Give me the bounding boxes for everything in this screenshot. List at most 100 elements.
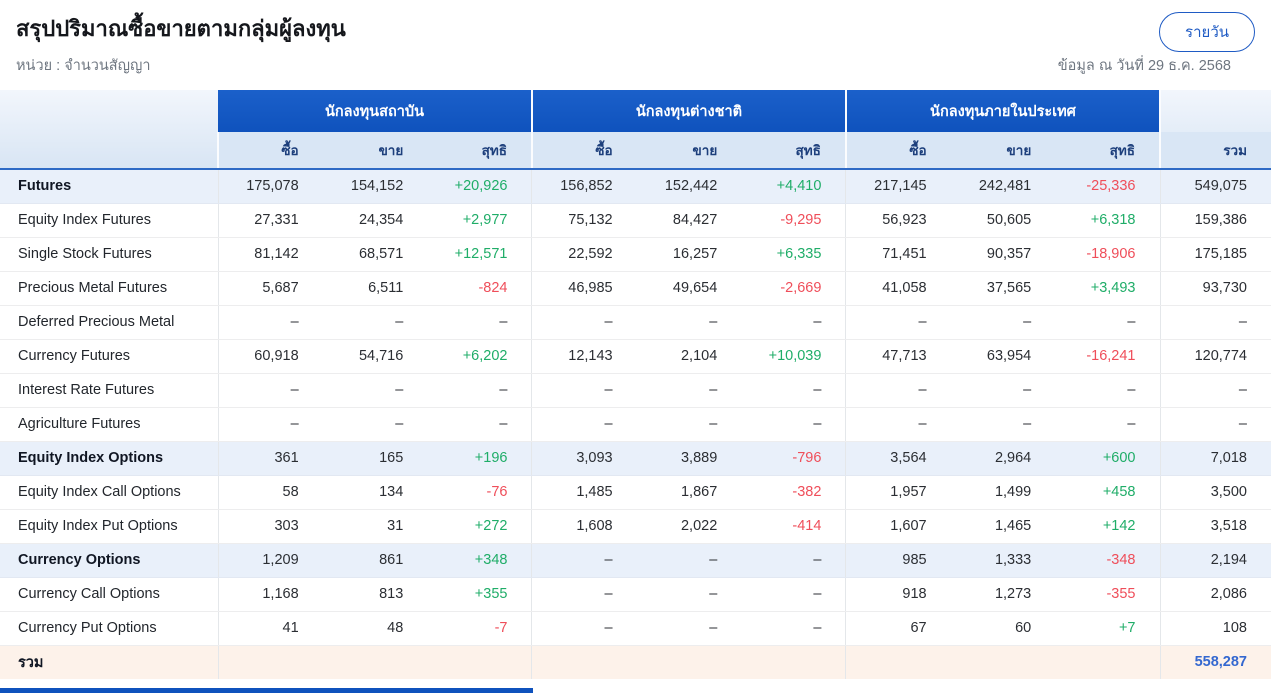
value-cell: 1,465 (950, 509, 1056, 544)
value-cell: 861 (322, 543, 428, 578)
total-cell: 3,500 (1159, 475, 1271, 510)
value-cell: 68,571 (322, 237, 428, 272)
corner-cell (0, 90, 218, 170)
value-cell: 175,078 (217, 169, 323, 204)
col-header-buy: ซื้อ (217, 132, 323, 170)
value-cell: – (950, 373, 1056, 408)
row-label: Precious Metal Futures (0, 271, 218, 306)
table-row: Equity Index Options 361 165 +196 3,093 3,889… (0, 441, 1271, 476)
value-cell: +2,977 (427, 203, 532, 238)
value-cell (322, 645, 428, 679)
value-cell: 41 (217, 611, 323, 646)
row-label: Equity Index Call Options (0, 475, 218, 510)
value-cell: -18,906 (1055, 237, 1160, 272)
value-cell: 6,511 (322, 271, 428, 306)
value-cell: 1,957 (845, 475, 951, 510)
value-cell: +20,926 (427, 169, 532, 204)
col-header-total: รวม (1159, 132, 1271, 170)
value-cell: – (322, 373, 428, 408)
value-cell: +196 (427, 441, 532, 476)
investor-volume-table: นักลงทุนสถาบัน นักลงทุนต่างชาติ นักลงทุน… (0, 90, 1271, 679)
value-cell: +355 (427, 577, 532, 612)
value-cell (845, 645, 951, 679)
col-header-net: สุทธิ (427, 132, 532, 170)
total-cell: 7,018 (1159, 441, 1271, 476)
next-section-header-edge (0, 688, 533, 693)
value-cell: – (741, 305, 846, 340)
value-cell: – (1055, 305, 1160, 340)
value-cell: – (950, 407, 1056, 442)
col-header-sell: ขาย (322, 132, 428, 170)
value-cell: 90,357 (950, 237, 1056, 272)
value-cell: 1,867 (636, 475, 742, 510)
value-cell: – (1055, 373, 1160, 408)
value-cell: 813 (322, 577, 428, 612)
value-cell: – (845, 305, 951, 340)
value-cell: 37,565 (950, 271, 1056, 306)
table-row: Futures 175,078 154,152 +20,926 156,852 152,4… (0, 169, 1271, 204)
value-cell: – (217, 305, 323, 340)
table-row: Currency Futures 60,918 54,716 +6,202 12,143… (0, 339, 1271, 374)
value-cell: – (636, 373, 742, 408)
value-cell: – (427, 373, 532, 408)
value-cell: – (741, 543, 846, 578)
value-cell: 50,605 (950, 203, 1056, 238)
value-cell: 1,333 (950, 543, 1056, 578)
value-cell: 3,889 (636, 441, 742, 476)
value-cell: +7 (1055, 611, 1160, 646)
value-cell (1055, 645, 1160, 679)
table-header: นักลงทุนสถาบัน นักลงทุนต่างชาติ นักลงทุน… (0, 90, 1271, 170)
row-label: Equity Index Options (0, 441, 218, 476)
value-cell: 48 (322, 611, 428, 646)
value-cell: 84,427 (636, 203, 742, 238)
table-row: Currency Call Options 1,168 813 +355– – –918 1… (0, 577, 1271, 612)
daily-view-button[interactable]: รายวัน (1159, 12, 1255, 52)
value-cell: 41,058 (845, 271, 951, 306)
col-header-net: สุทธิ (741, 132, 846, 170)
value-cell: 165 (322, 441, 428, 476)
table-row: Equity Index Futures 27,331 24,354 +2,977 75… (0, 203, 1271, 238)
meta-row: หน่วย : จำนวนสัญญา ข้อมูล ณ วันที่ 29 ธ.… (16, 54, 1255, 77)
value-cell: 49,654 (636, 271, 742, 306)
value-cell: 56,923 (845, 203, 951, 238)
col-header-buy: ซื้อ (844, 132, 951, 170)
value-cell: 1,499 (950, 475, 1056, 510)
table-row: Currency Put Options 41 48 -7– – –67 60 +7 108 (0, 611, 1271, 646)
group-header-row: นักลงทุนสถาบัน นักลงทุนต่างชาติ นักลงทุน… (0, 90, 1271, 170)
unit-label: หน่วย : จำนวนสัญญา (16, 58, 151, 74)
total-cell: 2,194 (1159, 543, 1271, 578)
total-cell: – (1159, 373, 1271, 408)
value-cell: – (636, 543, 742, 578)
value-cell: – (322, 305, 428, 340)
value-cell: -9,295 (741, 203, 846, 238)
value-cell: 58 (217, 475, 323, 510)
value-cell: – (636, 611, 742, 646)
value-cell: -824 (427, 271, 532, 306)
total-cell: – (1159, 305, 1271, 340)
value-cell: – (531, 407, 637, 442)
value-cell: 1,607 (845, 509, 951, 544)
total-row: รวม 558,287 (0, 645, 1271, 679)
value-cell: +272 (427, 509, 532, 544)
col-header-sell: ขาย (950, 132, 1056, 170)
value-cell: 3,093 (531, 441, 637, 476)
value-cell: – (531, 305, 637, 340)
value-cell: 5,687 (217, 271, 323, 306)
table-body: Futures 175,078 154,152 +20,926 156,852 152,4… (0, 169, 1271, 679)
row-label: รวม (0, 645, 218, 679)
value-cell: +600 (1055, 441, 1160, 476)
value-cell: – (427, 305, 532, 340)
value-cell: 134 (322, 475, 428, 510)
value-cell: 217,145 (845, 169, 951, 204)
value-cell: – (950, 305, 1056, 340)
col-header-sell: ขาย (636, 132, 742, 170)
value-cell: 12,143 (531, 339, 637, 374)
value-cell (636, 645, 742, 679)
value-cell (427, 645, 532, 679)
value-cell: – (741, 407, 846, 442)
value-cell: 154,152 (322, 169, 428, 204)
value-cell: – (531, 611, 637, 646)
total-cell: 549,075 (1159, 169, 1271, 204)
value-cell: 63,954 (950, 339, 1056, 374)
value-cell: +6,335 (741, 237, 846, 272)
